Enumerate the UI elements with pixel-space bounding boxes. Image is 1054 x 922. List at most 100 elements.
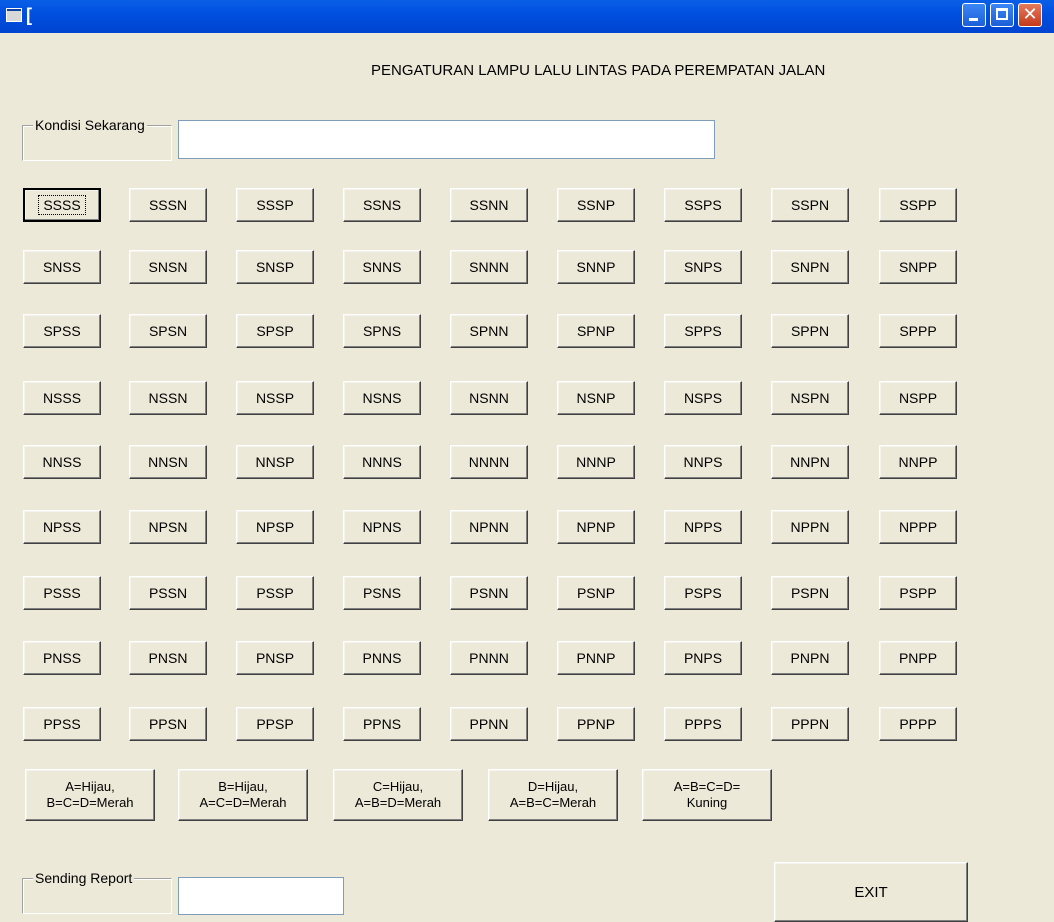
state-button-psns[interactable]: PSNS — [343, 576, 421, 610]
state-button-nsss[interactable]: NSSS — [23, 381, 101, 415]
state-button-pnsn[interactable]: PNSN — [129, 641, 207, 675]
state-button-spns[interactable]: SPNS — [343, 314, 421, 348]
state-button-pspn[interactable]: PSPN — [771, 576, 849, 610]
state-button-spss[interactable]: SPSS — [23, 314, 101, 348]
state-button-pnnn[interactable]: PNNN — [450, 641, 528, 675]
preset-button-3[interactable]: C=Hijau, A=B=D=Merah — [333, 769, 463, 821]
state-button-ppps[interactable]: PPPS — [664, 707, 742, 741]
minimize-button[interactable] — [962, 3, 986, 27]
state-button-nspn[interactable]: NSPN — [771, 381, 849, 415]
state-button-spps[interactable]: SPPS — [664, 314, 742, 348]
state-button-label: PNPN — [790, 650, 830, 666]
state-button-snns[interactable]: SNNS — [343, 250, 421, 284]
state-button-psss[interactable]: PSSS — [23, 576, 101, 610]
state-button-sssn[interactable]: SSSN — [129, 188, 207, 222]
state-button-npps[interactable]: NPPS — [664, 510, 742, 544]
maximize-button[interactable] — [990, 3, 1014, 27]
state-button-ppnn[interactable]: PPNN — [450, 707, 528, 741]
state-button-pnsp[interactable]: PNSP — [236, 641, 314, 675]
state-button-pspp[interactable]: PSPP — [879, 576, 957, 610]
state-button-nnsp[interactable]: NNSP — [236, 445, 314, 479]
state-button-label: PSPP — [899, 585, 937, 601]
state-button-nnpp[interactable]: NNPP — [879, 445, 957, 479]
state-button-nnps[interactable]: NNPS — [664, 445, 742, 479]
exit-button[interactable]: EXIT — [774, 862, 968, 922]
state-button-pnss[interactable]: PNSS — [23, 641, 101, 675]
state-button-nssp[interactable]: NSSP — [236, 381, 314, 415]
state-button-npnn[interactable]: NPNN — [450, 510, 528, 544]
state-button-sspn[interactable]: SSPN — [771, 188, 849, 222]
state-button-pnpn[interactable]: PNPN — [771, 641, 849, 675]
state-button-snnn[interactable]: SNNN — [450, 250, 528, 284]
state-button-pnnp[interactable]: PNNP — [557, 641, 635, 675]
state-button-nsps[interactable]: NSPS — [664, 381, 742, 415]
state-button-nsnn[interactable]: NSNN — [450, 381, 528, 415]
state-button-label: SNSP — [255, 259, 295, 275]
state-button-npnp[interactable]: NPNP — [557, 510, 635, 544]
state-button-ssss[interactable]: SSSS — [23, 188, 101, 222]
state-button-nnns[interactable]: NNNS — [343, 445, 421, 479]
state-button-label: NSSP — [255, 390, 295, 406]
state-button-sppn[interactable]: SPPN — [771, 314, 849, 348]
state-button-pnpp[interactable]: PNPP — [879, 641, 957, 675]
state-button-snpn[interactable]: SNPN — [771, 250, 849, 284]
state-button-snps[interactable]: SNPS — [664, 250, 742, 284]
state-button-snsp[interactable]: SNSP — [236, 250, 314, 284]
state-button-pnns[interactable]: PNNS — [343, 641, 421, 675]
state-button-nnnn[interactable]: NNNN — [450, 445, 528, 479]
preset-button-5[interactable]: A=B=C=D= Kuning — [642, 769, 772, 821]
report-field[interactable] — [178, 877, 344, 915]
state-button-label: NPNP — [576, 519, 616, 535]
state-button-nnpn[interactable]: NNPN — [771, 445, 849, 479]
state-button-ppns[interactable]: PPNS — [343, 707, 421, 741]
close-button[interactable]: ✕ — [1018, 3, 1042, 27]
state-button-snnp[interactable]: SNNP — [557, 250, 635, 284]
state-button-pssp[interactable]: PSSP — [236, 576, 314, 610]
state-button-nnnp[interactable]: NNNP — [557, 445, 635, 479]
state-button-nspp[interactable]: NSPP — [879, 381, 957, 415]
state-button-nnss[interactable]: NNSS — [23, 445, 101, 479]
state-button-npsp[interactable]: NPSP — [236, 510, 314, 544]
state-button-psps[interactable]: PSPS — [664, 576, 742, 610]
preset-button-1[interactable]: A=Hijau, B=C=D=Merah — [25, 769, 155, 821]
state-button-label: PPPN — [790, 716, 830, 732]
state-button-npsn[interactable]: NPSN — [129, 510, 207, 544]
kondisi-field[interactable] — [178, 120, 715, 159]
state-button-ppnp[interactable]: PPNP — [557, 707, 635, 741]
state-button-pnps[interactable]: PNPS — [664, 641, 742, 675]
state-button-ssns[interactable]: SSNS — [343, 188, 421, 222]
state-button-npss[interactable]: NPSS — [23, 510, 101, 544]
state-button-sppp[interactable]: SPPP — [879, 314, 957, 348]
state-button-nnsn[interactable]: NNSN — [129, 445, 207, 479]
state-button-label: NSPS — [683, 390, 723, 406]
state-button-nppp[interactable]: NPPP — [879, 510, 957, 544]
state-button-nppn[interactable]: NPPN — [771, 510, 849, 544]
preset-button-4[interactable]: D=Hijau, A=B=C=Merah — [488, 769, 618, 821]
state-button-nsns[interactable]: NSNS — [343, 381, 421, 415]
state-button-sspp[interactable]: SSPP — [879, 188, 957, 222]
state-button-npns[interactable]: NPNS — [343, 510, 421, 544]
state-button-psnp[interactable]: PSNP — [557, 576, 635, 610]
state-button-snpp[interactable]: SNPP — [879, 250, 957, 284]
state-button-ssps[interactable]: SSPS — [664, 188, 742, 222]
state-button-spsn[interactable]: SPSN — [129, 314, 207, 348]
state-button-nssn[interactable]: NSSN — [129, 381, 207, 415]
state-button-ssnp[interactable]: SSNP — [557, 188, 635, 222]
state-button-pppp[interactable]: PPPP — [879, 707, 957, 741]
state-button-ppsp[interactable]: PPSP — [236, 707, 314, 741]
state-button-ssnn[interactable]: SSNN — [450, 188, 528, 222]
state-button-psnn[interactable]: PSNN — [450, 576, 528, 610]
state-button-snss[interactable]: SNSS — [23, 250, 101, 284]
state-button-ppss[interactable]: PPSS — [23, 707, 101, 741]
state-button-nsnp[interactable]: NSNP — [557, 381, 635, 415]
state-button-pssn[interactable]: PSSN — [129, 576, 207, 610]
state-button-snsn[interactable]: SNSN — [129, 250, 207, 284]
state-button-spnn[interactable]: SPNN — [450, 314, 528, 348]
state-button-spsp[interactable]: SPSP — [236, 314, 314, 348]
state-button-pppn[interactable]: PPPN — [771, 707, 849, 741]
preset-button-label: C=Hijau, A=B=D=Merah — [354, 779, 442, 810]
state-button-spnp[interactable]: SPNP — [557, 314, 635, 348]
preset-button-2[interactable]: B=Hijau, A=C=D=Merah — [178, 769, 308, 821]
state-button-ppsn[interactable]: PPSN — [129, 707, 207, 741]
state-button-sssp[interactable]: SSSP — [236, 188, 314, 222]
